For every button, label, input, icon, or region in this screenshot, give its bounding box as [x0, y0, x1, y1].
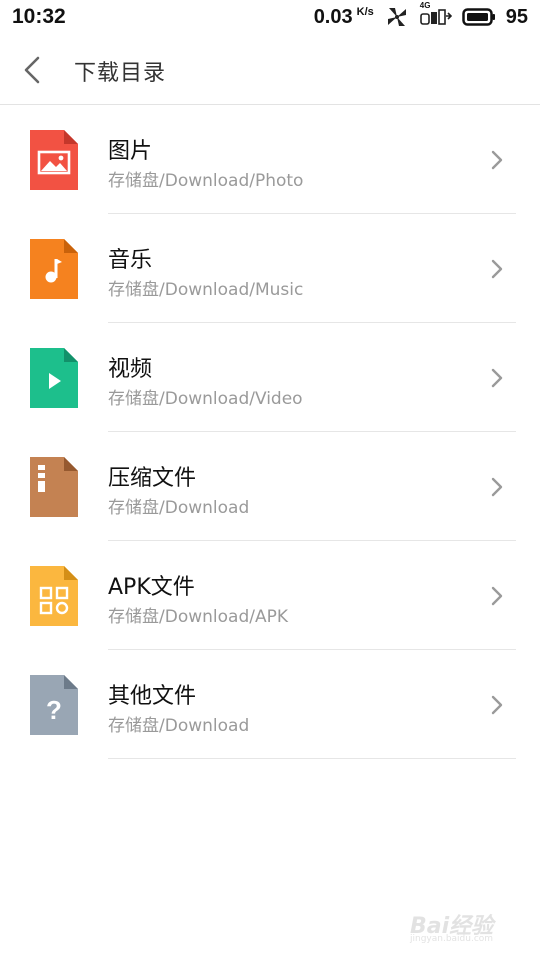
list-item-archive[interactable]: 压缩文件 存储盘/Download: [0, 432, 540, 541]
video-file-icon: [30, 348, 78, 408]
list-item-music[interactable]: 音乐 存储盘/Download/Music: [0, 214, 540, 323]
watermark: Bai经验 jingyan.baidu.com: [410, 898, 510, 944]
download-category-list: 图片 存储盘/Download/Photo 音乐 存储盘/Download/Mu…: [0, 105, 540, 759]
status-bar: 10:32 0.03 K/s 4G 95: [0, 0, 540, 34]
chevron-right-icon: [491, 695, 503, 715]
item-path: 存储盘/Download/Photo: [108, 171, 304, 191]
network-speed: 0.03 K/s: [314, 6, 374, 29]
status-time: 10:32: [12, 5, 66, 28]
chevron-right-icon: [491, 477, 503, 497]
item-path: 存储盘/Download/APK: [108, 607, 288, 627]
music-file-icon: [30, 239, 78, 299]
battery-level: 95: [505, 5, 528, 28]
item-path: 存储盘/Download: [108, 498, 250, 518]
chevron-left-icon[interactable]: [16, 52, 52, 88]
item-title: 压缩文件: [108, 466, 197, 491]
list-item-photo[interactable]: 图片 存储盘/Download/Photo: [0, 105, 540, 214]
apk-file-icon: [30, 566, 78, 626]
item-path: 存储盘/Download/Video: [108, 389, 303, 409]
network-speed-value: 0.03: [313, 5, 353, 28]
battery-icon: [462, 8, 495, 26]
item-title: 其他文件: [108, 684, 197, 709]
chevron-right-icon: [491, 368, 503, 388]
archive-file-icon: [30, 457, 78, 517]
page-title: 下载目录: [74, 61, 167, 86]
list-item-other[interactable]: ? 其他文件 存储盘/Download: [0, 650, 540, 759]
divider: [108, 758, 516, 759]
signal-icon: 4G: [420, 2, 452, 28]
unknown-file-icon: ?: [30, 675, 78, 735]
item-title: 音乐: [108, 248, 153, 273]
chevron-right-icon: [491, 259, 503, 279]
status-right: 0.03 K/s 4G 95: [314, 2, 528, 29]
network-speed-unit: K/s: [356, 5, 374, 18]
chevron-right-icon: [491, 586, 503, 606]
chevron-right-icon: [491, 150, 503, 170]
image-file-icon: [30, 130, 78, 190]
item-title: APK文件: [108, 575, 195, 600]
pinwheel-icon: [387, 8, 406, 26]
watermark-sub: jingyan.baidu.com: [410, 934, 494, 944]
app-header: 下载目录: [0, 34, 540, 105]
list-item-video[interactable]: 视频 存储盘/Download/Video: [0, 323, 540, 432]
list-item-apk[interactable]: APK文件 存储盘/Download/APK: [0, 541, 540, 650]
item-title: 图片: [108, 139, 153, 164]
svg-text:?: ?: [46, 695, 62, 725]
item-path: 存储盘/Download: [108, 716, 250, 736]
item-title: 视频: [108, 357, 153, 382]
item-path: 存储盘/Download/Music: [108, 280, 304, 300]
